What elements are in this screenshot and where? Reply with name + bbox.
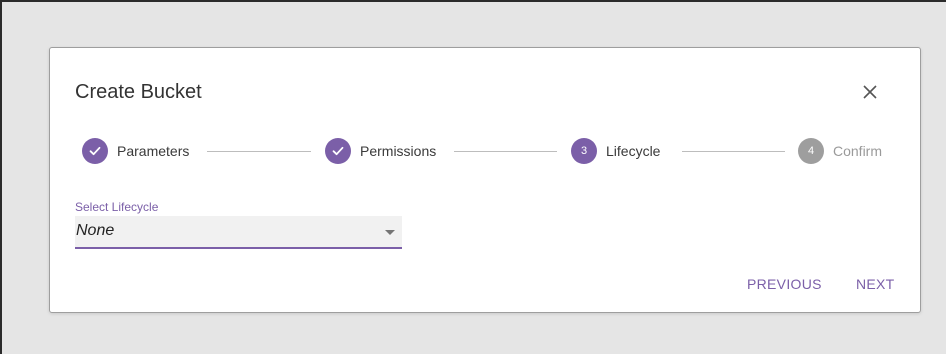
step-parameters[interactable]: Parameters bbox=[82, 138, 189, 164]
lifecycle-select[interactable]: None bbox=[75, 216, 402, 249]
step-lifecycle[interactable]: 3 Lifecycle bbox=[571, 138, 660, 164]
check-icon bbox=[332, 146, 344, 156]
step-number: 3 bbox=[580, 144, 588, 157]
create-bucket-dialog: Create Bucket Parameters Permissions 3 L… bbox=[49, 47, 921, 313]
select-value: None bbox=[76, 222, 115, 239]
check-icon bbox=[89, 146, 101, 156]
close-button[interactable] bbox=[858, 80, 882, 104]
step-completed-indicator bbox=[325, 138, 351, 164]
step-number: 4 bbox=[807, 144, 815, 157]
step-permissions[interactable]: Permissions bbox=[325, 138, 436, 164]
step-number-indicator: 4 bbox=[798, 138, 824, 164]
previous-button[interactable]: PREVIOUS bbox=[747, 276, 822, 292]
step-label: Confirm bbox=[833, 143, 883, 159]
stepper: Parameters Permissions 3 Lifecycle 4 Con… bbox=[82, 138, 902, 164]
step-confirm[interactable]: 4 Confirm bbox=[798, 138, 882, 164]
step-number-indicator: 3 bbox=[571, 138, 597, 164]
step-label: Lifecycle bbox=[606, 143, 661, 159]
step-connector bbox=[207, 151, 311, 152]
step-label: Parameters bbox=[117, 143, 190, 159]
step-connector bbox=[682, 151, 785, 152]
step-connector bbox=[454, 151, 557, 152]
select-lifecycle-label: Select Lifecycle bbox=[75, 200, 159, 214]
dropdown-arrow-icon bbox=[385, 230, 395, 235]
next-button[interactable]: NEXT bbox=[856, 276, 895, 292]
dialog-title: Create Bucket bbox=[75, 81, 202, 103]
step-completed-indicator bbox=[82, 138, 108, 164]
close-icon bbox=[863, 85, 877, 99]
step-label: Permissions bbox=[360, 143, 437, 159]
